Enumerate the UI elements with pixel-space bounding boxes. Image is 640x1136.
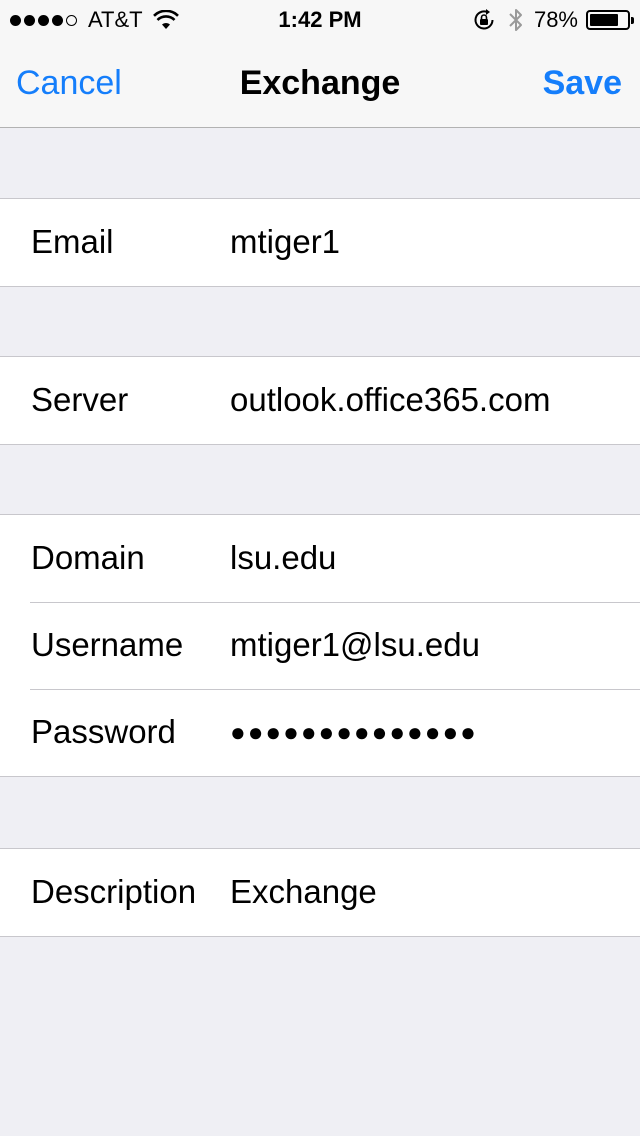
email-row[interactable]: Email: [0, 199, 640, 286]
server-field[interactable]: [230, 381, 630, 419]
status-right: 78%: [472, 6, 634, 34]
description-row[interactable]: Description: [0, 849, 640, 936]
password-label: Password: [31, 713, 176, 750]
email-label: Email: [31, 223, 114, 260]
domain-row[interactable]: Domain: [0, 515, 640, 602]
battery-icon: [586, 10, 634, 30]
domain-field[interactable]: [230, 539, 630, 577]
status-bar: AT&T 1:42 PM 78%: [0, 0, 640, 40]
username-label: Username: [31, 626, 184, 663]
navigation-bar: Cancel Exchange Save: [0, 40, 640, 128]
server-group: Server: [0, 356, 640, 445]
password-row[interactable]: Password ●●●●●●●●●●●●●●: [0, 689, 640, 776]
server-row[interactable]: Server: [0, 357, 640, 444]
email-field[interactable]: [230, 223, 630, 261]
domain-label: Domain: [31, 539, 145, 576]
battery-fill: [590, 14, 619, 26]
email-group: Email: [0, 198, 640, 287]
server-label: Server: [31, 381, 129, 418]
description-group: Description: [0, 848, 640, 937]
password-field[interactable]: ●●●●●●●●●●●●●●: [230, 717, 630, 748]
username-row[interactable]: Username: [0, 602, 640, 689]
description-label: Description: [31, 873, 197, 910]
description-field[interactable]: [230, 873, 630, 911]
save-button[interactable]: Save: [543, 64, 622, 103]
bluetooth-icon: [509, 9, 522, 31]
username-field[interactable]: [230, 626, 630, 664]
battery-percent: 78%: [533, 7, 578, 32]
rotation-lock-icon: [474, 9, 494, 30]
credentials-group: Domain Username Password ●●●●●●●●●●●●●●: [0, 514, 640, 777]
